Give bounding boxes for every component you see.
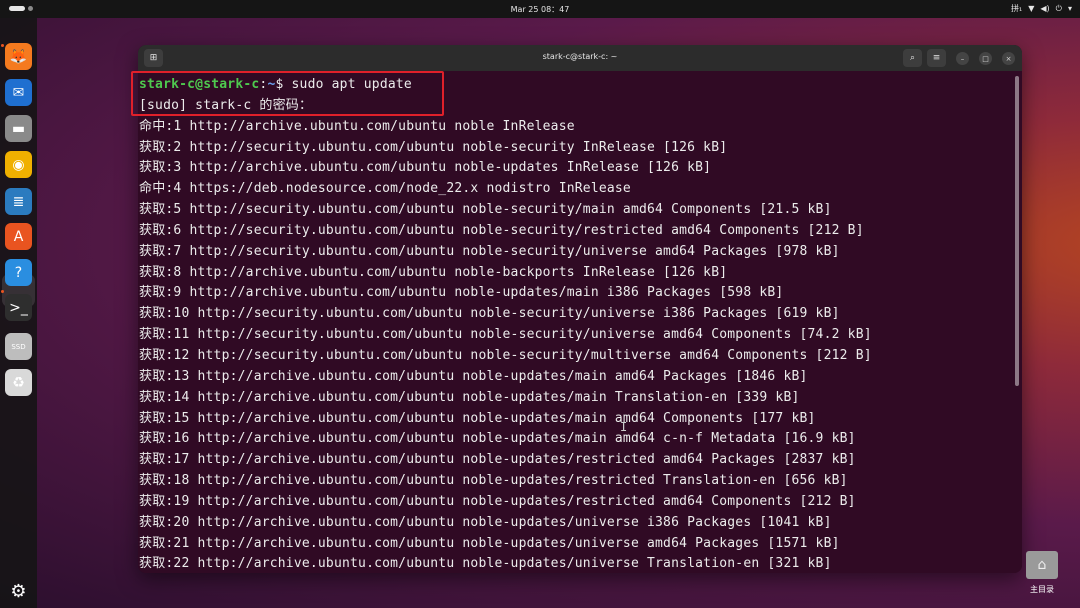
home-folder-icon[interactable]: ⌂ [1026, 551, 1058, 579]
minimize-button[interactable]: – [956, 52, 969, 65]
tray-menu-icon[interactable]: ▾ [1068, 4, 1072, 13]
window-title: stark-c@stark-c: ~ [542, 52, 618, 61]
close-button[interactable]: × [1002, 52, 1015, 65]
terminal-line: 获取:17 http://archive.ubuntu.com/ubuntu n… [139, 452, 856, 468]
firefox-icon[interactable]: 🦊 [5, 43, 32, 70]
terminal-line: 获取:10 http://security.ubuntu.com/ubuntu … [139, 306, 840, 322]
running-indicator [1, 44, 4, 47]
home-folder-label[interactable]: 主目录 [1022, 584, 1062, 595]
rhythmbox-icon[interactable]: ◉ [5, 151, 32, 178]
terminal-line: 获取:3 http://archive.ubuntu.com/ubuntu no… [139, 160, 712, 176]
terminal-window: ⊞ stark-c@stark-c: ~ ⌕ ≡ – □ × stark-c@s… [138, 45, 1022, 573]
terminal-output[interactable]: stark-c@stark-c:~$ sudo apt update [sudo… [138, 71, 1022, 573]
terminal-line: 获取:5 http://security.ubuntu.com/ubuntu n… [139, 202, 832, 218]
ibeam-cursor-icon: I [620, 420, 628, 434]
terminal-line: 获取:11 http://security.ubuntu.com/ubuntu … [139, 327, 872, 343]
terminal-line: 获取:19 http://archive.ubuntu.com/ubuntu n… [139, 493, 856, 509]
power-icon[interactable]: ⏻ [1056, 4, 1062, 14]
writer-icon[interactable]: ≣ [5, 188, 32, 215]
maximize-button[interactable]: □ [979, 52, 992, 65]
terminal-line: 获取:15 http://archive.ubuntu.com/ubuntu n… [139, 410, 816, 426]
terminal-scrollbar[interactable] [1015, 76, 1019, 386]
terminal-line: 获取:21 http://archive.ubuntu.com/ubuntu n… [139, 535, 840, 551]
app-center-icon[interactable]: A [5, 223, 32, 250]
terminal-line: 获取:22 http://archive.ubuntu.com/ubuntu n… [139, 556, 832, 572]
search-button[interactable]: ⌕ [903, 49, 922, 67]
ssd-icon[interactable]: SSD [5, 333, 32, 360]
trash-icon[interactable]: ♻ [5, 369, 32, 396]
terminal-line: 获取:7 http://security.ubuntu.com/ubuntu n… [139, 243, 840, 259]
network-icon[interactable]: ▼ [1028, 4, 1034, 13]
terminal-line: 获取:20 http://archive.ubuntu.com/ubuntu n… [139, 514, 832, 530]
system-tray[interactable]: 拼₁ ▼ ◀) ⏻ ▾ [1011, 3, 1072, 14]
files-icon[interactable]: ▬ [5, 115, 32, 142]
ubuntu-logo-icon[interactable]: ⚙ [5, 578, 32, 605]
input-method-indicator[interactable]: 拼₁ [1011, 3, 1022, 14]
terminal-line: 获取:8 http://archive.ubuntu.com/ubuntu no… [139, 264, 728, 280]
clock[interactable]: Mar 25 08：47 [0, 4, 1080, 15]
dock: 🦊 ✉ ▬ ◉ ≣ A? >_ SSD ♻ ⚙ [0, 18, 37, 608]
thunderbird-icon[interactable]: ✉ [5, 79, 32, 106]
running-indicator [1, 290, 4, 293]
terminal-line: 命中:4 https://deb.nodesource.com/node_22.… [139, 181, 631, 197]
window-titlebar[interactable]: ⊞ stark-c@stark-c: ~ ⌕ ≡ – □ × [138, 45, 1022, 71]
menu-button[interactable]: ≡ [927, 49, 946, 67]
command-highlight-box [131, 71, 444, 116]
terminal-line: 获取:2 http://security.ubuntu.com/ubuntu n… [139, 139, 728, 155]
volume-icon[interactable]: ◀) [1040, 4, 1049, 13]
terminal-line: 获取:13 http://archive.ubuntu.com/ubuntu n… [139, 368, 808, 384]
terminal-line: 获取:16 http://archive.ubuntu.com/ubuntu n… [139, 431, 856, 447]
terminal-line: 获取:9 http://archive.ubuntu.com/ubuntu no… [139, 285, 784, 301]
help-icon[interactable]: ? [5, 259, 32, 286]
terminal-line: 获取:12 http://security.ubuntu.com/ubuntu … [139, 347, 872, 363]
terminal-icon[interactable]: >_ [5, 294, 32, 321]
terminal-line: 命中:1 http://archive.ubuntu.com/ubuntu no… [139, 118, 575, 134]
terminal-line: 获取:18 http://archive.ubuntu.com/ubuntu n… [139, 473, 848, 489]
top-bar: Mar 25 08：47 拼₁ ▼ ◀) ⏻ ▾ [0, 0, 1080, 18]
terminal-line: 获取:6 http://security.ubuntu.com/ubuntu n… [139, 222, 864, 238]
terminal-line: 获取:14 http://archive.ubuntu.com/ubuntu n… [139, 389, 800, 405]
